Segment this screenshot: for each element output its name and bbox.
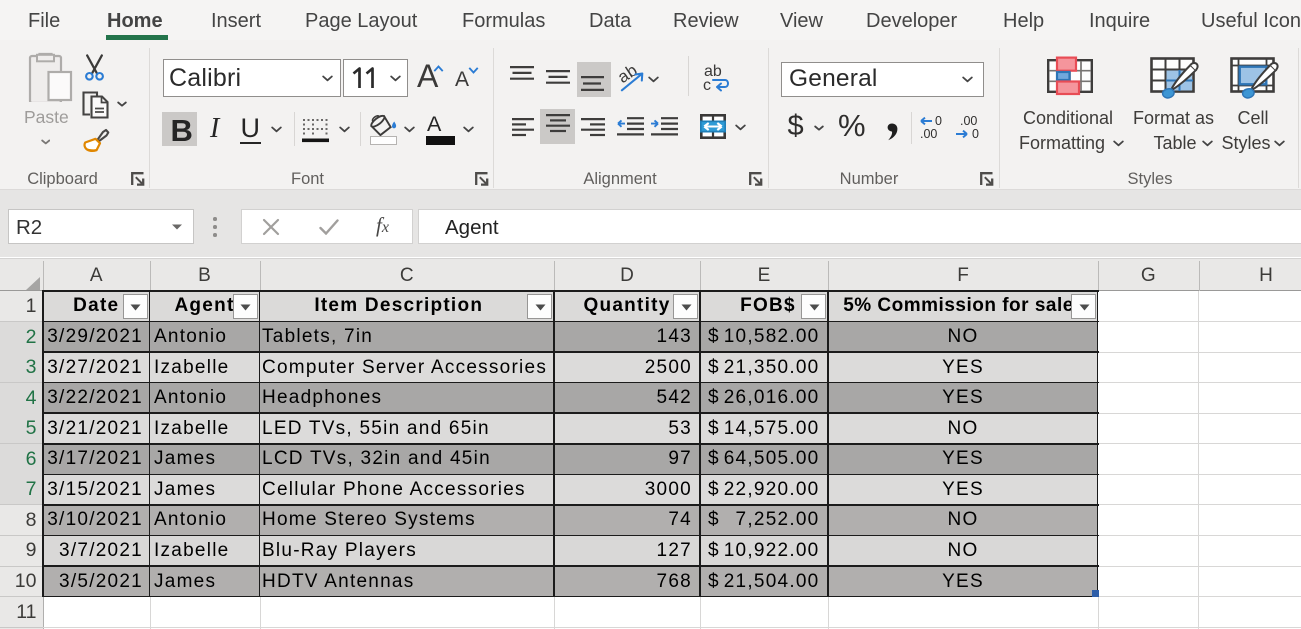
svg-text:.00: .00 [920, 127, 937, 140]
svg-text:0: 0 [972, 127, 979, 140]
